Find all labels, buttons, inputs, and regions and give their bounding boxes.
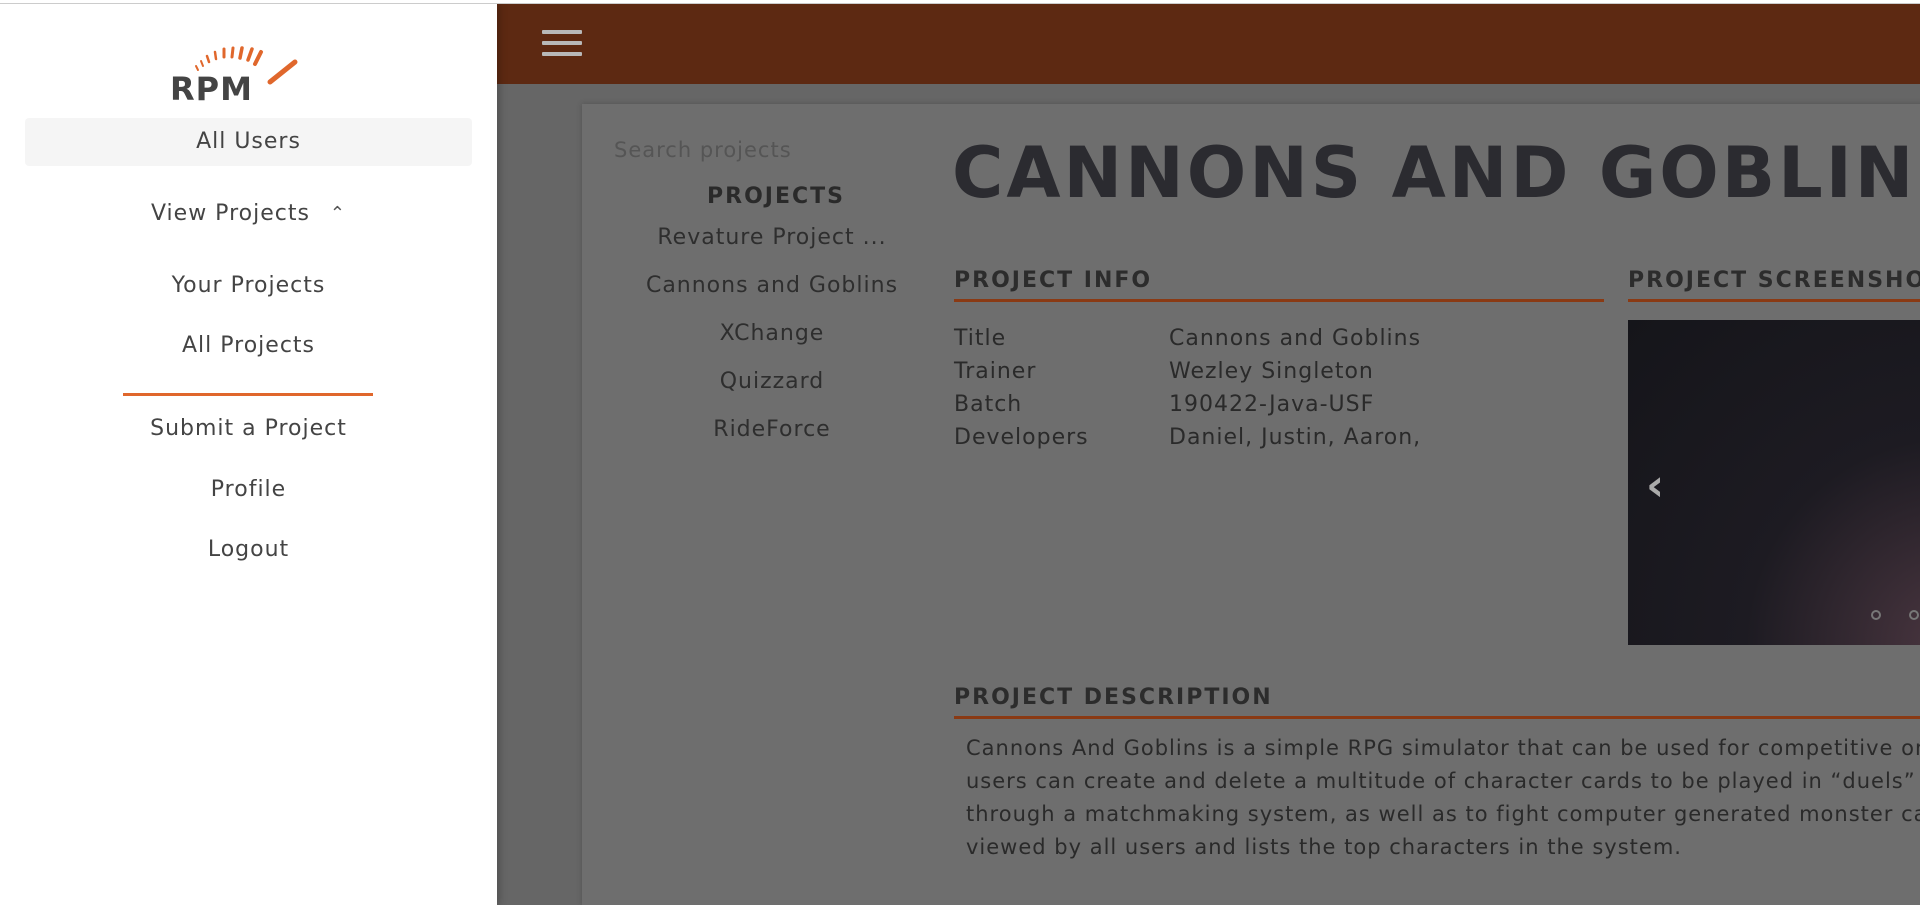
project-list-item[interactable]: Cannons and Goblins bbox=[637, 270, 907, 318]
info-key: Batch bbox=[954, 392, 1023, 417]
project-card: PROJECTS Revature Project ... Cannons an… bbox=[582, 104, 1920, 905]
description-line: viewed by all users and lists the top ch… bbox=[966, 835, 1682, 859]
project-info-table: Title Cannons and Goblins Trainer Wezley… bbox=[954, 322, 1421, 454]
info-value: Cannons and Goblins bbox=[1169, 326, 1422, 351]
nav-view-projects[interactable]: View Projects ⌃ bbox=[25, 194, 472, 234]
project-screenshots-heading: PROJECT SCREENSHOTS bbox=[1628, 268, 1920, 302]
info-key: Title bbox=[954, 326, 1007, 351]
nav-all-projects[interactable]: All Projects bbox=[25, 326, 472, 366]
project-description: Cannons And Goblins is a simple RPG simu… bbox=[966, 732, 1920, 864]
carousel-indicator[interactable] bbox=[1871, 610, 1881, 620]
nav-drawer: RPM All Users View Projects ⌃ Your Projec… bbox=[0, 4, 497, 905]
project-list-item[interactable]: Revature Project ... bbox=[637, 222, 907, 270]
nav-all-users[interactable]: All Users bbox=[25, 118, 472, 166]
projects-heading: PROJECTS bbox=[707, 184, 845, 209]
rpm-logo: RPM bbox=[170, 32, 330, 108]
chevron-left-icon[interactable]: ‹ bbox=[1646, 460, 1664, 511]
logo-text: RPM bbox=[170, 70, 253, 108]
info-key: Trainer bbox=[954, 359, 1037, 384]
nav-view-projects-label: View Projects bbox=[150, 201, 310, 226]
carousel-indicator[interactable] bbox=[1909, 610, 1919, 620]
nav-logout[interactable]: Logout bbox=[25, 530, 472, 570]
info-row: Developers Daniel, Justin, Aaron, bbox=[954, 421, 1421, 454]
info-row: Title Cannons and Goblins bbox=[954, 322, 1421, 355]
description-line: Cannons And Goblins is a simple RPG simu… bbox=[966, 736, 1920, 760]
search-projects-input[interactable] bbox=[614, 138, 874, 162]
chevron-up-icon: ⌃ bbox=[329, 203, 347, 224]
nav-profile[interactable]: Profile bbox=[25, 470, 472, 510]
project-title: CANNONS AND GOBLINS bbox=[952, 132, 1920, 214]
project-description-heading: PROJECT DESCRIPTION bbox=[954, 685, 1920, 719]
screenshot-carousel[interactable]: ‹ bbox=[1628, 320, 1920, 645]
main-content: PROJECTS Revature Project ... Cannons an… bbox=[497, 84, 1920, 905]
info-row: Batch 190422-Java-USF bbox=[954, 388, 1421, 421]
app-header bbox=[497, 4, 1920, 84]
info-value: Daniel, Justin, Aaron, bbox=[1169, 425, 1422, 450]
nav-your-projects[interactable]: Your Projects bbox=[25, 266, 472, 306]
hamburger-icon[interactable] bbox=[542, 30, 582, 62]
info-row: Trainer Wezley Singleton bbox=[954, 355, 1421, 388]
project-list-item[interactable]: RideForce bbox=[637, 414, 907, 462]
project-list: Revature Project ... Cannons and Goblins… bbox=[637, 222, 907, 462]
description-line: through a matchmaking system, as well as… bbox=[966, 802, 1920, 826]
project-list-item[interactable]: XChange bbox=[637, 318, 907, 366]
description-line: users can create and delete a multitude … bbox=[966, 769, 1920, 793]
info-key: Developers bbox=[954, 425, 1089, 450]
project-list-item[interactable]: Quizzard bbox=[637, 366, 907, 414]
top-strip bbox=[0, 0, 1920, 4]
nav-submit-project[interactable]: Submit a Project bbox=[25, 409, 472, 449]
info-value: 190422-Java-USF bbox=[1169, 392, 1375, 417]
nav-divider bbox=[123, 393, 373, 396]
project-info-heading: PROJECT INFO bbox=[954, 268, 1604, 302]
info-value: Wezley Singleton bbox=[1169, 359, 1374, 384]
